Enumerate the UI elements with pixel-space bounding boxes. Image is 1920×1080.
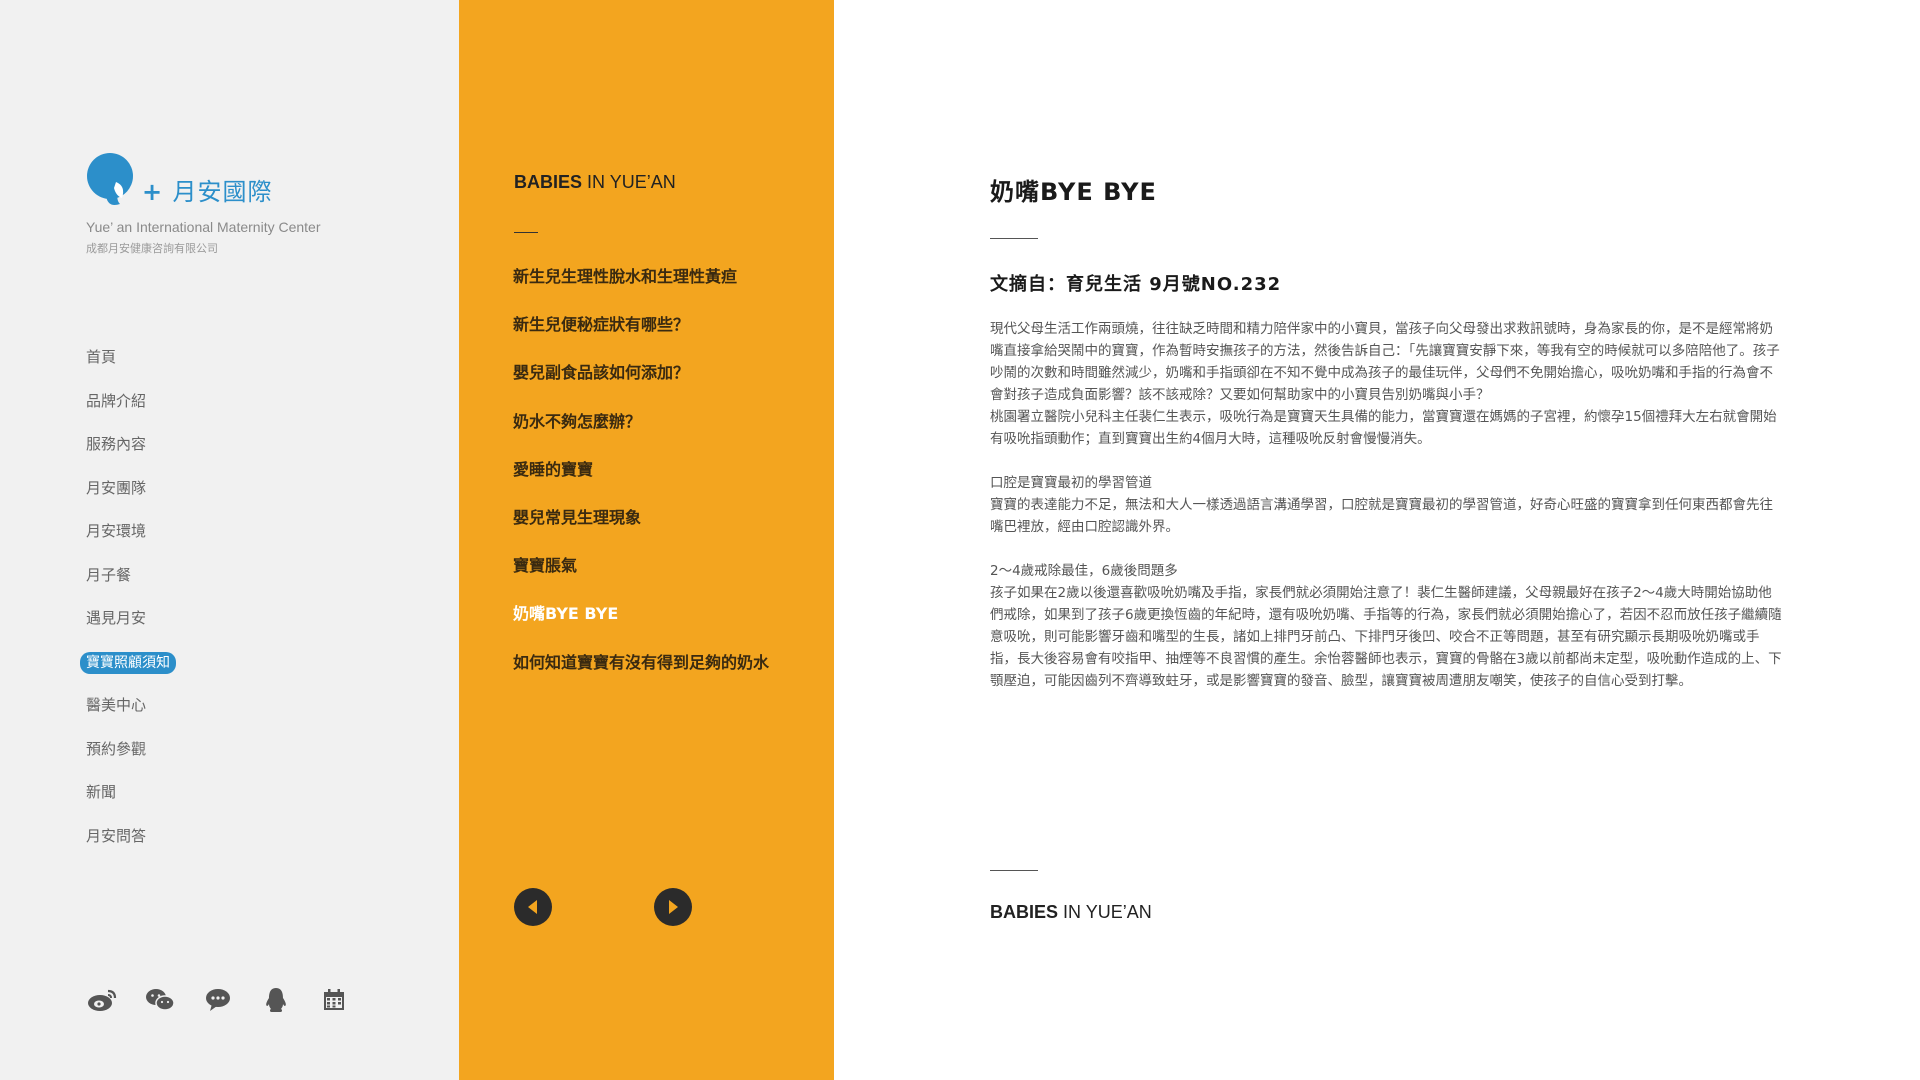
- article-paragraph: 桃園署立醫院小兒科主任裴仁生表示，吸吮行為是寶寶天生具備的能力，當寶寶還在媽媽的…: [990, 409, 1777, 447]
- nav-item-meet[interactable]: 遇見月安: [86, 605, 176, 649]
- triangle-left-icon: [528, 900, 537, 914]
- footer-brand: BABIES IN YUE’AN: [990, 902, 1152, 922]
- article-link[interactable]: 新生兒生理性脫水和生理性黃疸: [513, 264, 769, 312]
- article-list-panel: BABIES IN YUE’AN 新生兒生理性脫水和生理性黃疸 新生兒便秘症狀有…: [459, 0, 834, 1080]
- main-nav: 首頁 品牌介紹 服務內容 月安團隊 月安環境 月子餐 遇見月安 寶寶照顧須知 醫…: [80, 344, 176, 867]
- article-link[interactable]: 新生兒便秘症狀有哪些？: [513, 312, 769, 360]
- nav-item-meals[interactable]: 月子餐: [86, 562, 176, 606]
- article-list: 新生兒生理性脫水和生理性黃疸 新生兒便秘症狀有哪些？ 嬰兒副食品該如何添加？ 奶…: [513, 264, 769, 698]
- brand-name-cn: + 月安國際: [142, 178, 273, 206]
- next-button[interactable]: [654, 888, 692, 926]
- logo-mark-icon: [87, 153, 133, 205]
- article-link[interactable]: 嬰兒常見生理現象: [513, 505, 769, 553]
- nav-item-team[interactable]: 月安團隊: [86, 475, 176, 519]
- section-title: BABIES IN YUE’AN: [514, 172, 676, 192]
- brand-logo[interactable]: + 月安國際 Yue’ an International Maternity C…: [86, 152, 386, 262]
- article-source: 文摘自：育兒生活 9月號NO.232: [990, 274, 1282, 295]
- article-body: 現代父母生活工作兩頭燒，往往缺乏時間和精力陪伴家中的小寶貝，當孩子向父母發出求救…: [990, 318, 1782, 692]
- nav-item-baby-care[interactable]: 寶寶照顧須知: [80, 649, 176, 693]
- nav-item-brand[interactable]: 品牌介紹: [86, 388, 176, 432]
- article-subheading: 2～4歲戒除最佳，6歲後問題多: [990, 563, 1178, 579]
- nav-item-environment[interactable]: 月安環境: [86, 518, 176, 562]
- wechat-icon[interactable]: [144, 986, 176, 1014]
- section-divider: [514, 232, 538, 233]
- sidebar: + 月安國際 Yue’ an International Maternity C…: [0, 0, 459, 1080]
- article-paragraph: 現代父母生活工作兩頭燒，往往缺乏時間和精力陪伴家中的小寶貝，當孩子向父母發出求救…: [990, 321, 1780, 403]
- article-link[interactable]: 如何知道寶寶有沒有得到足夠的奶水: [513, 650, 769, 698]
- article-link-active[interactable]: 奶嘴BYE BYE: [513, 601, 769, 649]
- article-link[interactable]: 寶寶脹氣: [513, 553, 769, 601]
- article-link[interactable]: 奶水不夠怎麼辦？: [513, 409, 769, 457]
- qq-icon[interactable]: [260, 986, 292, 1014]
- calendar-icon[interactable]: [318, 986, 350, 1014]
- brand-company: 成都月安健康咨詢有限公司: [86, 242, 218, 255]
- article-subheading: 口腔是寶寶最初的學習管道: [990, 475, 1152, 491]
- chat-icon[interactable]: [202, 986, 234, 1014]
- nav-item-news[interactable]: 新聞: [86, 779, 176, 823]
- article-content: 奶嘴BYE BYE 文摘自：育兒生活 9月號NO.232 現代父母生活工作兩頭燒…: [990, 0, 1782, 1080]
- brand-name-en: Yue’ an International Maternity Center: [86, 219, 321, 235]
- weibo-icon[interactable]: [86, 986, 118, 1014]
- title-divider: [990, 238, 1038, 239]
- triangle-right-icon: [669, 900, 678, 914]
- footer-divider: [990, 870, 1038, 871]
- prev-button[interactable]: [514, 888, 552, 926]
- article-link[interactable]: 愛睡的寶寶: [513, 457, 769, 505]
- article-link[interactable]: 嬰兒副食品該如何添加？: [513, 360, 769, 408]
- article-title: 奶嘴BYE BYE: [990, 178, 1157, 206]
- social-links: [86, 986, 350, 1014]
- nav-item-aesthetics[interactable]: 醫美中心: [86, 692, 176, 736]
- nav-item-faq[interactable]: 月安問答: [86, 823, 176, 867]
- nav-item-services[interactable]: 服務內容: [86, 431, 176, 475]
- article-paragraph: 寶寶的表達能力不足，無法和大人一樣透過語言溝通學習，口腔就是寶寶最初的學習管道，…: [990, 497, 1773, 535]
- nav-item-home[interactable]: 首頁: [86, 344, 176, 388]
- article-paragraph: 孩子如果在2歲以後還喜歡吸吮奶嘴及手指，家長們就必須開始注意了！裴仁生醫師建議，…: [990, 585, 1782, 689]
- nav-item-booking[interactable]: 預約參觀: [86, 736, 176, 780]
